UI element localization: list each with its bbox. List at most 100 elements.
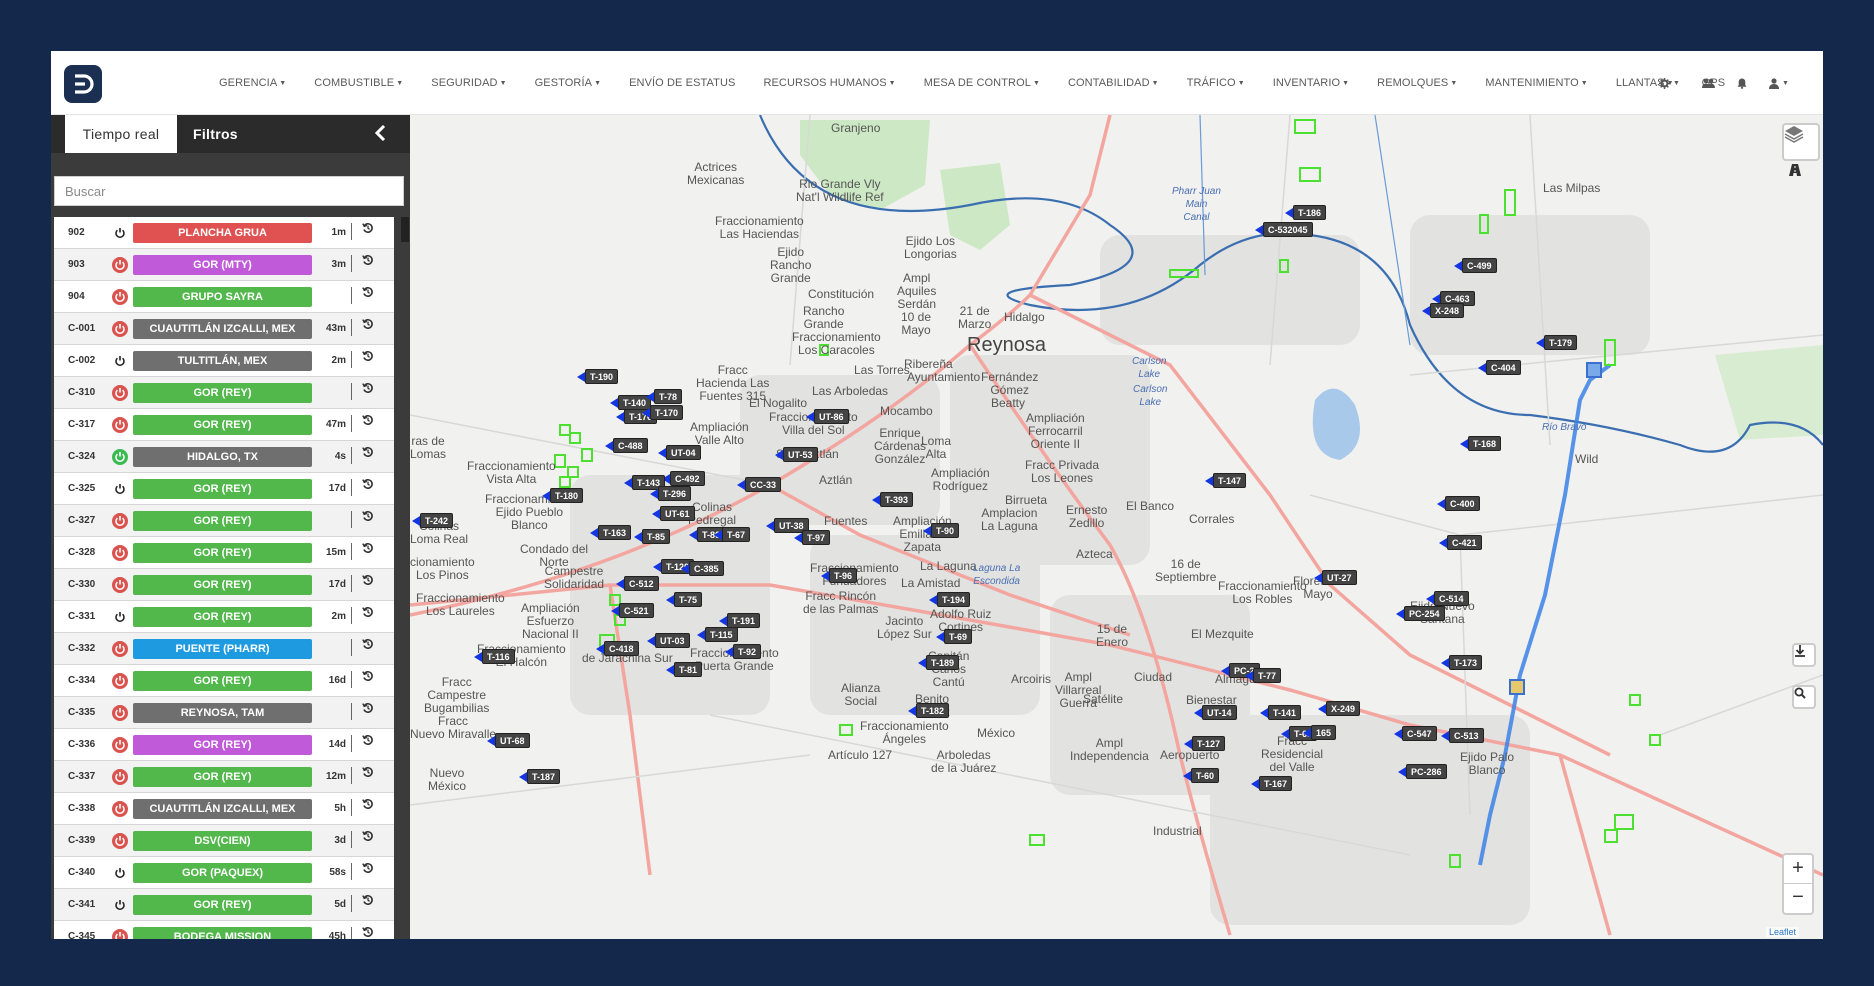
vehicle-marker[interactable]: CC-33	[737, 477, 782, 492]
vehicle-marker[interactable]: T-147	[1205, 473, 1247, 488]
vehicle-marker[interactable]: T-90	[923, 523, 960, 538]
route-control[interactable]	[1788, 163, 1814, 189]
vehicle-marker[interactable]: T-180	[542, 488, 584, 503]
vehicle-marker[interactable]: C-488	[605, 438, 648, 453]
vehicle-marker[interactable]: C-385	[681, 561, 724, 576]
download-control[interactable]	[1792, 643, 1816, 667]
vehicle-marker[interactable]: T-97	[794, 530, 831, 545]
nav-item-6[interactable]: MESA DE CONTROL ▼	[924, 77, 1040, 89]
unit-row[interactable]: C-324 HIDALGO, TX 4s	[54, 441, 394, 473]
vehicle-marker[interactable]: T-168	[1460, 436, 1502, 451]
history-icon[interactable]	[359, 861, 377, 879]
history-icon[interactable]	[359, 317, 377, 335]
vehicle-marker[interactable]: X-248	[1422, 303, 1465, 318]
vehicle-marker[interactable]: T-85	[634, 529, 671, 544]
history-icon[interactable]	[359, 349, 377, 367]
vehicle-marker[interactable]: T-81	[666, 662, 703, 677]
vehicle-marker[interactable]: T-75	[666, 592, 703, 607]
vehicle-marker[interactable]: T-191	[719, 613, 761, 628]
history-icon[interactable]	[359, 765, 377, 783]
collapse-sidebar-button[interactable]	[369, 124, 391, 146]
vehicle-marker[interactable]: T-179	[1536, 335, 1578, 350]
vehicle-marker[interactable]: T-60	[1183, 768, 1220, 783]
layers-control[interactable]	[1782, 123, 1820, 161]
vehicle-marker[interactable]: T-296	[650, 486, 692, 501]
vehicle-marker[interactable]: T-170	[642, 405, 684, 420]
history-icon[interactable]	[359, 413, 377, 431]
unit-row[interactable]: C-341 GOR (REY) 5d	[54, 889, 394, 921]
nav-item-4[interactable]: ENVÍO DE ESTATUS	[629, 77, 735, 89]
history-icon[interactable]	[359, 637, 377, 655]
vehicle-marker[interactable]: PC-254	[1396, 606, 1445, 621]
list-scrollbar[interactable]	[401, 217, 409, 242]
vehicle-marker[interactable]: C-512	[616, 576, 659, 591]
vehicle-marker[interactable]: C-418	[596, 641, 639, 656]
history-icon[interactable]	[359, 509, 377, 527]
unit-row[interactable]: C-327 GOR (REY)	[54, 505, 394, 537]
history-icon[interactable]	[359, 381, 377, 399]
unit-row[interactable]: C-332 PUENTE (PHARR)	[54, 633, 394, 665]
vehicle-marker[interactable]: T-115	[697, 627, 738, 642]
history-icon[interactable]	[359, 893, 377, 911]
history-icon[interactable]	[359, 477, 377, 495]
history-icon[interactable]	[359, 669, 377, 687]
vehicle-marker[interactable]: C-400	[1437, 496, 1480, 511]
nav-item-5[interactable]: RECURSOS HUMANOS ▼	[763, 77, 895, 89]
vehicle-marker[interactable]: T-78	[646, 389, 683, 404]
history-icon[interactable]	[359, 253, 377, 271]
nav-item-10[interactable]: REMOLQUES ▼	[1377, 77, 1457, 89]
vehicle-marker[interactable]: C-499	[1454, 258, 1497, 273]
unit-row[interactable]: C-325 GOR (REY) 17d	[54, 473, 394, 505]
vehicle-marker[interactable]: T-186	[1285, 205, 1327, 220]
vehicle-marker[interactable]: UT-68	[487, 733, 530, 748]
vehicle-marker[interactable]: UT-14	[1194, 705, 1237, 720]
vehicle-marker[interactable]: C-521	[611, 603, 654, 618]
history-icon[interactable]	[359, 285, 377, 303]
vehicle-marker[interactable]: T-173	[1441, 655, 1483, 670]
vehicle-marker[interactable]: T-127	[1184, 736, 1226, 751]
vehicle-marker[interactable]: UT-27	[1314, 570, 1357, 585]
history-icon[interactable]	[359, 541, 377, 559]
unit-row[interactable]: C-331 GOR (REY) 2m	[54, 601, 394, 633]
vehicle-marker[interactable]: T-190	[577, 369, 619, 384]
vehicle-marker[interactable]: T-393	[872, 492, 914, 507]
vehicle-marker[interactable]: X-249	[1318, 701, 1361, 716]
vehicle-marker[interactable]: UT-53	[775, 447, 818, 462]
vehicle-marker[interactable]: T-92	[725, 644, 762, 659]
nav-item-3[interactable]: GESTORÍA ▼	[535, 77, 601, 89]
map-view[interactable]: Granjeno Actrices Mexicanas Rio Grande Vly…	[410, 115, 1823, 939]
unit-row[interactable]: C-338 CUAUTITLÁN IZCALLI, MEX 5h	[54, 793, 394, 825]
unit-row[interactable]: 902 PLANCHA GRUA 1m	[54, 217, 394, 249]
unit-row[interactable]: C-310 GOR (REY)	[54, 377, 394, 409]
vehicle-marker[interactable]: T-116	[474, 649, 515, 664]
tab-realtime[interactable]: Tiempo real	[65, 115, 177, 153]
nav-item-8[interactable]: TRÁFICO ▼	[1187, 77, 1245, 89]
vehicle-marker[interactable]: T-187	[519, 769, 561, 784]
user-menu[interactable]: ▼	[1768, 77, 1789, 89]
vehicle-marker[interactable]: C-421	[1439, 535, 1482, 550]
vehicle-marker[interactable]: T-77	[1245, 668, 1282, 683]
tab-filters[interactable]: Filtros	[179, 115, 259, 153]
unit-row[interactable]: C-002 TULTITLÁN, MEX 2m	[54, 345, 394, 377]
vehicle-marker[interactable]: UT-86	[806, 409, 849, 424]
history-icon[interactable]	[359, 605, 377, 623]
vehicle-marker[interactable]: T-194	[929, 592, 971, 607]
unit-row[interactable]: C-328 GOR (REY) 15m	[54, 537, 394, 569]
vehicle-marker[interactable]: C-514	[1426, 591, 1469, 606]
unit-row[interactable]: 904 GRUPO SAYRA	[54, 281, 394, 313]
vehicle-marker[interactable]: T-67	[714, 527, 751, 542]
vehicle-marker[interactable]: 165	[1303, 725, 1337, 740]
vehicle-marker[interactable]: C-404	[1478, 360, 1521, 375]
vehicle-marker[interactable]: T-242	[412, 513, 454, 528]
vehicle-marker[interactable]: T-141	[1260, 705, 1302, 720]
map-attribution[interactable]: Leaflet	[1766, 927, 1800, 937]
unit-row[interactable]: C-330 GOR (REY) 17d	[54, 569, 394, 601]
unit-row[interactable]: C-001 CUAUTITLÁN IZCALLI, MEX 43m	[54, 313, 394, 345]
history-icon[interactable]	[359, 797, 377, 815]
vehicle-marker[interactable]: T-163	[590, 525, 632, 540]
unit-row[interactable]: C-334 GOR (REY) 16d	[54, 665, 394, 697]
settings-menu[interactable]: ▼	[1659, 77, 1680, 89]
vehicle-marker[interactable]: T-167	[1251, 776, 1293, 791]
nav-item-2[interactable]: SEGURIDAD ▼	[431, 77, 506, 89]
vehicle-marker[interactable]: C-492	[662, 471, 705, 486]
